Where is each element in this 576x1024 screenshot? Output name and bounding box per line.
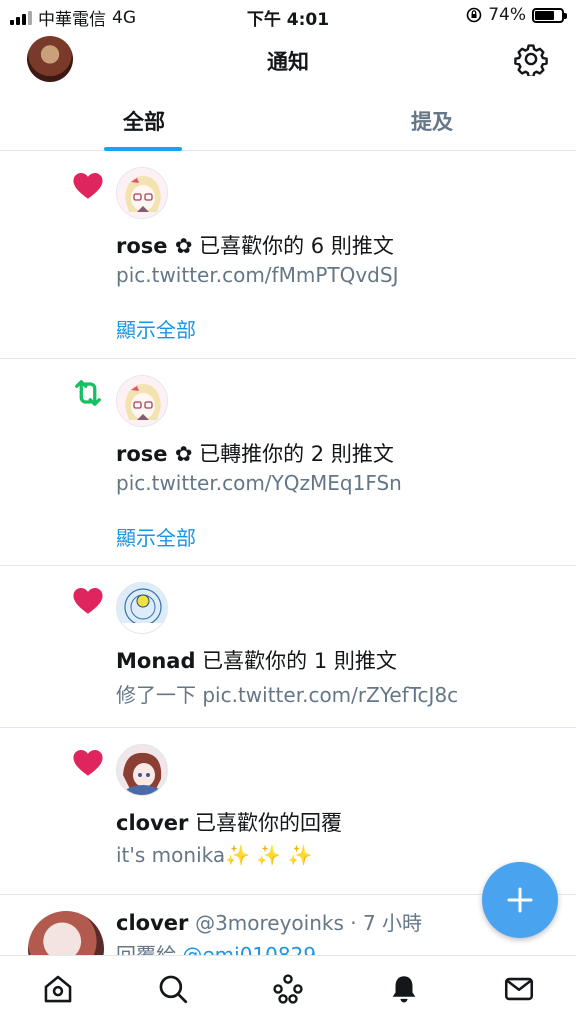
heart-icon	[73, 173, 103, 199]
mail-icon[interactable]	[502, 972, 536, 1006]
notifications-bell-icon[interactable]	[387, 972, 421, 1006]
orientation-lock-icon	[466, 7, 482, 23]
tweet-time: · 7 小時	[343, 911, 423, 935]
avatar[interactable]	[116, 167, 168, 219]
reply-handle-link[interactable]: @emi010829	[182, 943, 316, 955]
avatar[interactable]	[28, 911, 104, 955]
heart-icon	[73, 750, 103, 776]
compose-button[interactable]	[482, 862, 558, 938]
notification-item[interactable]: rose ✿ 已喜歡你的 6 則推文 pic.twitter.com/fMmPT…	[0, 151, 576, 359]
tab-bar: 全部 提及	[0, 90, 576, 151]
reply-to-label: 回覆給 @emi010829	[116, 939, 316, 955]
notification-preview: pic.twitter.com/YQzMEq1FSn	[116, 471, 402, 495]
notification-preview: it's monika✨ ✨ ✨	[116, 843, 313, 867]
avatar-image	[117, 168, 167, 218]
plus-icon	[507, 887, 533, 913]
notification-user[interactable]: rose ✿	[116, 234, 192, 258]
top-bar: 通知	[0, 32, 576, 90]
tab-mentions[interactable]: 提及	[288, 90, 576, 150]
page-title: 通知	[267, 50, 309, 74]
retweet-icon	[75, 380, 101, 406]
tweet-author-name[interactable]: clover	[116, 911, 188, 935]
notification-action: 已喜歡你的 6 則推文	[192, 234, 394, 258]
search-icon[interactable]	[156, 972, 190, 1006]
tab-all[interactable]: 全部	[0, 90, 288, 151]
notification-list: rose ✿ 已喜歡你的 6 則推文 pic.twitter.com/fMmPT…	[0, 151, 576, 895]
avatar[interactable]	[116, 375, 168, 427]
avatar[interactable]	[116, 582, 168, 634]
avatar-image	[117, 583, 167, 633]
battery-icon	[532, 7, 567, 23]
notification-user[interactable]: clover	[116, 811, 188, 835]
notification-preview: pic.twitter.com/fMmPTQvdSJ	[116, 263, 399, 287]
notification-action: 已喜歡你的 1 則推文	[195, 649, 397, 673]
heart-icon	[73, 588, 103, 614]
notification-item[interactable]: clover 已喜歡你的回覆 it's monika✨ ✨ ✨	[0, 728, 576, 895]
tweet-author-handle: @3moreyoinks	[195, 911, 344, 935]
tweet-header: clover @3moreyoinks · 7 小時	[116, 907, 422, 936]
bottom-nav	[0, 955, 576, 1024]
gear-icon[interactable]	[514, 42, 548, 76]
notification-preview: 修了一下 pic.twitter.com/rZYefTcJ8c	[116, 683, 459, 707]
status-bar: 中華電信 4G 下午 4:01 74%	[0, 0, 576, 32]
avatar-image	[117, 745, 167, 795]
notification-item[interactable]: rose ✿ 已轉推你的 2 則推文 pic.twitter.com/YQzME…	[0, 359, 576, 566]
notification-action: 已轉推你的 2 則推文	[192, 442, 394, 466]
show-all-link[interactable]: 顯示全部	[116, 522, 196, 551]
reply-prefix: 回覆給	[116, 943, 183, 955]
avatar-image	[117, 376, 167, 426]
home-icon[interactable]	[41, 972, 75, 1006]
spaces-icon[interactable]	[271, 972, 305, 1006]
notification-item[interactable]: Monad 已喜歡你的 1 則推文 修了一下 pic.twitter.com/r…	[0, 566, 576, 728]
battery-percent: 74%	[488, 5, 526, 25]
notification-user[interactable]: Monad	[116, 649, 195, 673]
show-all-link[interactable]: 顯示全部	[116, 314, 196, 343]
notification-action: 已喜歡你的回覆	[188, 811, 343, 835]
avatar[interactable]	[116, 744, 168, 796]
notification-user[interactable]: rose ✿	[116, 442, 192, 466]
